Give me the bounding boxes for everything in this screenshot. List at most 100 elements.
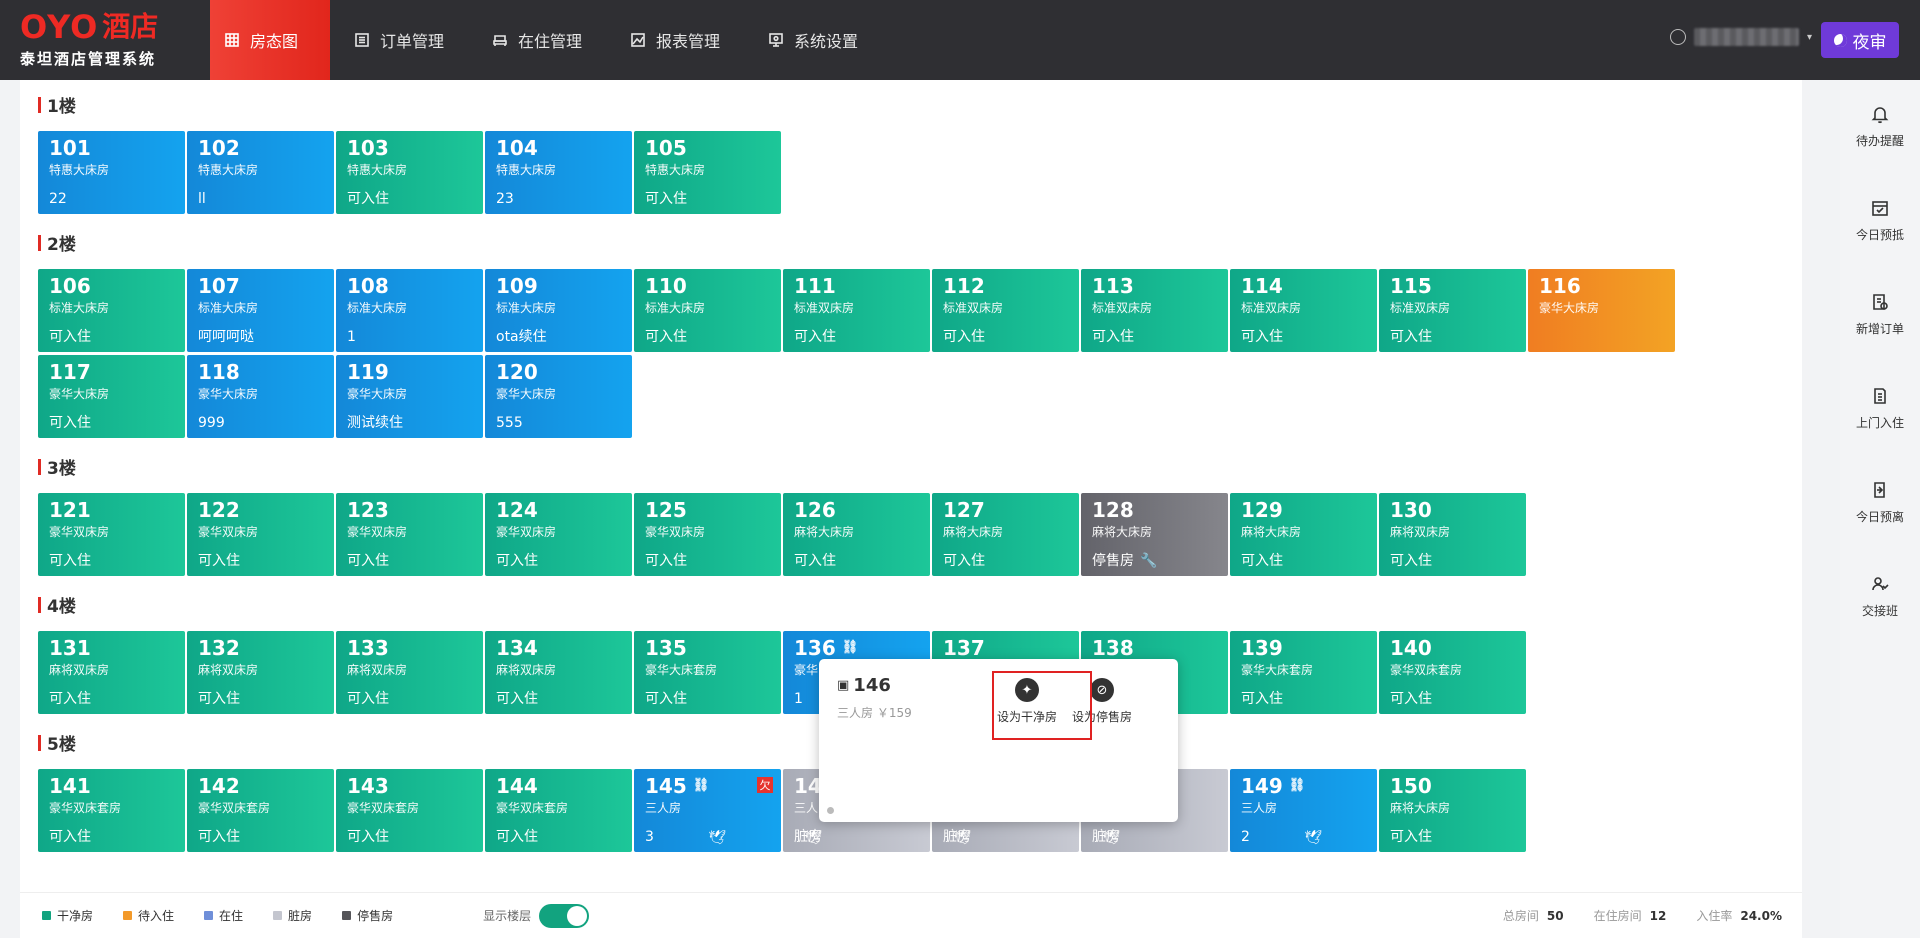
- room-number: 111: [794, 274, 836, 298]
- room-card[interactable]: 113 标准双床房 可入住: [1081, 269, 1228, 352]
- room-card[interactable]: 141 豪华双床套房 可入住: [38, 769, 185, 852]
- room-card[interactable]: 129 麻将大床房 可入住: [1230, 493, 1377, 576]
- room-status: 可入住: [347, 691, 389, 707]
- room-card[interactable]: 131 麻将双床房 可入住: [38, 631, 185, 714]
- room-status: 可入住: [1241, 329, 1283, 345]
- sidebar-item-walk-in[interactable]: 上门入住: [1840, 386, 1920, 431]
- room-card[interactable]: 120 豪华大床房 555: [485, 355, 632, 438]
- user-menu[interactable]: ▾: [1670, 28, 1812, 46]
- room-card[interactable]: 107 标准大床房 呵呵呵哒: [187, 269, 334, 352]
- room-card[interactable]: 115 标准双床房 可入住: [1379, 269, 1526, 352]
- room-card[interactable]: 130 麻将双床房 可入住: [1379, 493, 1526, 576]
- nav-reports[interactable]: 报表管理: [606, 0, 744, 80]
- room-card[interactable]: 101 特惠大床房 22: [38, 131, 185, 214]
- room-card[interactable]: 103 特惠大床房 可入住: [336, 131, 483, 214]
- room-number: 126: [794, 498, 836, 522]
- room-card[interactable]: 105 特惠大床房 可入住: [634, 131, 781, 214]
- nav-orders[interactable]: 订单管理: [330, 0, 468, 80]
- nav-settings[interactable]: 系统设置: [744, 0, 882, 80]
- room-card[interactable]: 110 标准大床房 可入住: [634, 269, 781, 352]
- room-card[interactable]: 114 标准双床房 可入住: [1230, 269, 1377, 352]
- room-card[interactable]: 121 豪华双床房 可入住: [38, 493, 185, 576]
- room-type: 豪华双床房: [198, 525, 259, 539]
- room-card[interactable]: 133 麻将双床房 可入住: [336, 631, 483, 714]
- room-type: 特惠大床房: [645, 163, 706, 177]
- room-card[interactable]: 144 豪华双床套房 可入住: [485, 769, 632, 852]
- room-card[interactable]: 122 豪华双床房 可入住: [187, 493, 334, 576]
- room-number: 136 ⛓: [794, 636, 859, 660]
- legend-swatch: [123, 911, 133, 920]
- room-number: 109: [496, 274, 538, 298]
- room-card[interactable]: 126 麻将大床房 可入住: [783, 493, 930, 576]
- room-card[interactable]: 125 豪华双床房 可入住: [634, 493, 781, 576]
- room-card[interactable]: 134 麻将双床房 可入住: [485, 631, 632, 714]
- show-floors-toggle[interactable]: [539, 903, 590, 928]
- room-type: 特惠大床房: [198, 163, 259, 177]
- room-number: 144: [496, 774, 538, 798]
- sidebar-item-arrivals[interactable]: 今日预抵: [1840, 198, 1920, 243]
- room-card[interactable]: 127 麻将大床房 可入住: [932, 493, 1079, 576]
- room-number: 134: [496, 636, 538, 660]
- room-status: 可入住: [645, 553, 687, 569]
- room-status: 可入住: [1241, 553, 1283, 569]
- room-card[interactable]: 102 特惠大床房 ll: [187, 131, 334, 214]
- room-card[interactable]: 116 豪华大床房: [1528, 269, 1675, 352]
- room-card[interactable]: 145 ⛓ 三人房 3 欠 🕊: [634, 769, 781, 852]
- room-status: 可入住: [1390, 553, 1432, 569]
- room-card[interactable]: 142 豪华双床套房 可入住: [187, 769, 334, 852]
- nav-label: 系统设置: [794, 32, 859, 51]
- room-number: 131: [49, 636, 91, 660]
- room-card[interactable]: 117 豪华大床房 可入住: [38, 355, 185, 438]
- new-order-icon: [1873, 294, 1888, 310]
- room-card[interactable]: 123 豪华双床房 可入住: [336, 493, 483, 576]
- nav-label: 房态图: [250, 32, 299, 51]
- brand-logo[interactable]: OYO 酒店 泰坦酒店管理系统: [0, 0, 210, 80]
- night-audit-button[interactable]: 夜审: [1821, 22, 1899, 58]
- room-type: 麻将双床房: [49, 663, 110, 677]
- room-card[interactable]: 104 特惠大床房 23: [485, 131, 632, 214]
- room-type: 豪华双床套房: [347, 801, 420, 815]
- sidebar-label: 今日预抵: [1855, 228, 1904, 242]
- room-card[interactable]: 139 豪华大床套房 可入住: [1230, 631, 1377, 714]
- room-card[interactable]: 149 ⛓ 三人房 2 🕊: [1230, 769, 1377, 852]
- scroll-gutter: [1804, 80, 1840, 938]
- room-card[interactable]: 111 标准双床房 可入住: [783, 269, 930, 352]
- room-card[interactable]: 124 豪华双床房 可入住: [485, 493, 632, 576]
- grid-icon: [225, 33, 239, 47]
- room-card[interactable]: 143 豪华双床套房 可入住: [336, 769, 483, 852]
- room-card[interactable]: 109 标准大床房 ota续住: [485, 269, 632, 352]
- legend-item: 停售房: [342, 907, 393, 924]
- room-type: 标准双床房: [943, 301, 1004, 315]
- room-status: 可入住: [49, 553, 91, 569]
- room-number: 133: [347, 636, 389, 660]
- sidebar-item-shift-handover[interactable]: 交接班: [1840, 574, 1920, 619]
- sidebar-item-departures[interactable]: 今日预离: [1840, 480, 1920, 525]
- room-number: 104: [496, 136, 538, 160]
- room-card[interactable]: 106 标准大床房 可入住: [38, 269, 185, 352]
- room-card[interactable]: 150 麻将大床房 可入住: [1379, 769, 1526, 852]
- room-card[interactable]: 132 麻将双床房 可入住: [187, 631, 334, 714]
- legend-item: 待入住: [123, 907, 174, 924]
- room-card[interactable]: 112 标准双床房 可入住: [932, 269, 1079, 352]
- sidebar-item-new-order[interactable]: 新增订单: [1840, 292, 1920, 337]
- room-card[interactable]: 135 豪华大床套房 可入住: [634, 631, 781, 714]
- room-number: 143: [347, 774, 389, 798]
- logo-hotel: 酒店: [102, 10, 159, 43]
- room-type: 标准双床房: [1241, 301, 1302, 315]
- room-type: 麻将双床房: [496, 663, 557, 677]
- room-type: 标准大床房: [198, 301, 259, 315]
- nav-room-map[interactable]: 房态图: [210, 0, 330, 80]
- nav-in-house[interactable]: 在住管理: [468, 0, 606, 80]
- bed-icon: [493, 35, 507, 46]
- room-type: 豪华双床套房: [49, 801, 122, 815]
- room-card[interactable]: 119 豪华大床房 测试续住: [336, 355, 483, 438]
- nav-label: 在住管理: [518, 32, 583, 51]
- room-card[interactable]: 140 豪华双床套房 可入住: [1379, 631, 1526, 714]
- room-status: 可入住: [1092, 329, 1134, 345]
- sidebar-item-reminders[interactable]: 待办提醒: [1840, 104, 1920, 149]
- settings-icon: [769, 33, 783, 47]
- room-card[interactable]: 118 豪华大床房 999: [187, 355, 334, 438]
- room-card[interactable]: 108 标准大床房 1: [336, 269, 483, 352]
- room-number: 127: [943, 498, 985, 522]
- room-card[interactable]: 128 麻将大床房 停售房 🔧: [1081, 493, 1228, 576]
